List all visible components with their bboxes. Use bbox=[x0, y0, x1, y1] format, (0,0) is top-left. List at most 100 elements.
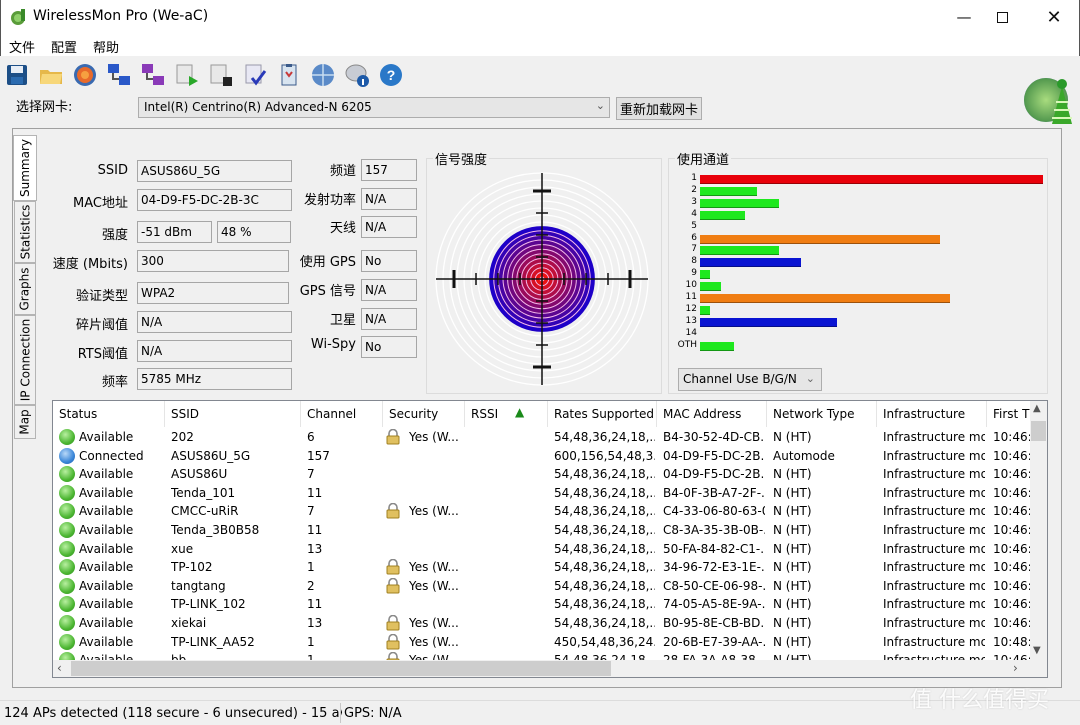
channel-label: 4 bbox=[691, 208, 697, 219]
cell-mac: 20-6B-E7-39-AA-... bbox=[663, 634, 765, 649]
table-row[interactable]: Connected ASUS86U_5G 157 600,156,54,48,3...… bbox=[53, 447, 1035, 466]
verify-icon[interactable] bbox=[242, 62, 268, 88]
available-status-icon bbox=[59, 615, 75, 631]
menu-file[interactable]: 文件 bbox=[9, 37, 35, 56]
disconnect-icon[interactable] bbox=[140, 62, 166, 88]
column-header-mac-address[interactable]: MAC Address bbox=[657, 401, 767, 427]
cell-ntype: N (HT) bbox=[773, 616, 812, 630]
cell-ntype: N (HT) bbox=[773, 523, 812, 537]
status-gps: GPS: N/A bbox=[344, 706, 402, 721]
tab-ip-connection[interactable]: IP Connection bbox=[14, 315, 36, 405]
channel-label: 7 bbox=[691, 244, 697, 255]
channel-label: OTH bbox=[677, 339, 697, 350]
cell-channel: 1 bbox=[307, 560, 315, 575]
tab-summary[interactable]: Summary bbox=[13, 135, 37, 201]
info-balloon-icon[interactable] bbox=[344, 62, 370, 88]
cell-status: Available bbox=[79, 578, 134, 593]
vertical-scrollbar[interactable]: ▲ ▼ bbox=[1030, 401, 1047, 661]
table-row[interactable]: Available TP-102 1 Yes (W... 54,48,36,24,18,… bbox=[53, 558, 1035, 577]
cell-first: 10:46:1 bbox=[993, 616, 1035, 630]
adapter-label: 选择网卡: bbox=[16, 100, 73, 115]
column-header-ssid[interactable]: SSID bbox=[165, 401, 301, 427]
field-value: N/A bbox=[361, 279, 417, 301]
column-header-security[interactable]: Security bbox=[383, 401, 465, 427]
cell-channel: 13 bbox=[307, 616, 323, 630]
table-row[interactable]: Available Tenda_3B0B58 11 54,48,36,24,18,..… bbox=[53, 521, 1035, 540]
channel-bar bbox=[700, 305, 711, 315]
column-header-rates-supported[interactable]: Rates Supported bbox=[548, 401, 657, 427]
scroll-up-icon[interactable]: ▲ bbox=[1033, 403, 1041, 414]
vertical-scroll-thumb[interactable] bbox=[1031, 421, 1046, 441]
available-status-icon bbox=[59, 503, 75, 520]
cell-ntype: Automode bbox=[773, 448, 835, 463]
cell-status: Available bbox=[79, 467, 134, 482]
cell-security: Yes (W... bbox=[409, 430, 459, 444]
cell-ssid: ASUS86U bbox=[171, 467, 228, 482]
table-row[interactable]: Available 202 6 Yes (W... 54,48,36,24,18,...… bbox=[53, 428, 1035, 447]
channel-bar bbox=[700, 186, 757, 196]
save-icon[interactable] bbox=[4, 62, 30, 88]
scroll-left-icon[interactable]: ‹ bbox=[57, 661, 62, 675]
cell-rates: 54,48,36,24,18,... bbox=[554, 430, 655, 444]
cell-channel: 11 bbox=[307, 523, 323, 537]
table-row[interactable]: Available tangtang 2 Yes (W... 54,48,36,24,1… bbox=[53, 577, 1035, 596]
wirelessmon-logo bbox=[1024, 78, 1072, 124]
column-header-status[interactable]: Status bbox=[53, 401, 165, 427]
tab-map[interactable]: Map bbox=[14, 405, 36, 439]
table-row[interactable]: Available Tenda_101 11 54,48,36,24,18,... B4… bbox=[53, 484, 1035, 503]
lock-icon bbox=[386, 615, 400, 631]
horizontal-scroll-thumb[interactable] bbox=[71, 661, 611, 676]
scroll-right-icon[interactable]: › bbox=[1013, 661, 1018, 675]
channel-label: 6 bbox=[691, 232, 697, 243]
column-header-network-type[interactable]: Network Type bbox=[767, 401, 877, 427]
available-status-icon bbox=[59, 577, 75, 594]
target-icon[interactable] bbox=[72, 62, 98, 88]
table-row[interactable]: Available xiekai 13 Yes (W... 54,48,36,24,18… bbox=[53, 614, 1035, 633]
field-value-percent: 48 % bbox=[217, 221, 291, 243]
cell-ssid: 202 bbox=[171, 430, 194, 444]
field-value: 5785 MHz bbox=[137, 368, 292, 390]
open-folder-icon[interactable] bbox=[38, 62, 64, 88]
horizontal-scrollbar[interactable]: ‹ › bbox=[53, 660, 1047, 677]
channel-mode-value: Channel Use B/G/N bbox=[683, 372, 797, 386]
scroll-down-icon[interactable]: ▼ bbox=[1033, 645, 1041, 656]
field-label: 发射功率 bbox=[303, 193, 356, 208]
globe-icon[interactable] bbox=[310, 62, 336, 88]
field-value: N/A bbox=[361, 188, 417, 210]
available-status-icon bbox=[59, 522, 75, 538]
tab-statistics[interactable]: Statistics bbox=[14, 201, 36, 263]
channel-mode-select[interactable]: Channel Use B/G/N ⌄ bbox=[678, 368, 822, 391]
column-header-infrastructure[interactable]: Infrastructure bbox=[877, 401, 987, 427]
cell-ssid: Tenda_101 bbox=[171, 485, 236, 500]
cell-status: Available bbox=[79, 597, 134, 612]
field-label: SSID bbox=[97, 163, 128, 178]
cell-mac: 04-D9-F5-DC-2B... bbox=[663, 448, 765, 463]
connect-icon[interactable] bbox=[106, 62, 132, 88]
reload-adapter-button[interactable]: 重新加载网卡 bbox=[616, 97, 702, 120]
cell-ntype: N (HT) bbox=[773, 578, 812, 593]
table-row[interactable]: Available ASUS86U 7 54,48,36,24,18,... 04-D9… bbox=[53, 465, 1035, 484]
lock-icon bbox=[386, 633, 400, 650]
channel-bar bbox=[700, 317, 838, 327]
field-label: 频道 bbox=[329, 164, 356, 179]
field-label: 使用 GPS bbox=[299, 255, 356, 270]
tab-graphs[interactable]: Graphs bbox=[14, 263, 36, 315]
help-icon[interactable]: ? bbox=[378, 62, 404, 88]
table-row[interactable]: Available xue 13 54,48,36,24,18,... 50-FA-84… bbox=[53, 540, 1035, 559]
menu-help[interactable]: 帮助 bbox=[93, 37, 119, 56]
clipboard-icon[interactable] bbox=[276, 62, 302, 88]
column-header-rssi[interactable]: RSSI ▲ bbox=[465, 401, 548, 427]
start-log-icon[interactable] bbox=[174, 62, 200, 88]
close-button[interactable]: ✕ bbox=[1031, 0, 1077, 34]
cell-ntype: N (HT) bbox=[773, 560, 812, 575]
table-row[interactable]: Available TP-LINK_AA52 1 Yes (W... 450,54,48… bbox=[53, 633, 1035, 652]
stop-log-icon[interactable] bbox=[208, 62, 234, 88]
lock-icon bbox=[386, 429, 400, 445]
table-row[interactable]: Available TP-LINK_102 11 54,48,36,24,18,...… bbox=[53, 595, 1035, 614]
adapter-select[interactable]: Intel(R) Centrino(R) Advanced-N 6205 ⌄ bbox=[138, 97, 610, 118]
column-header-channel[interactable]: Channel bbox=[301, 401, 383, 427]
maximize-button[interactable] bbox=[979, 0, 1025, 34]
menu-config[interactable]: 配置 bbox=[51, 37, 77, 56]
table-row[interactable]: Available CMCC-uRiR 7 Yes (W... 54,48,36,24,… bbox=[53, 502, 1035, 521]
available-status-icon bbox=[59, 466, 75, 483]
